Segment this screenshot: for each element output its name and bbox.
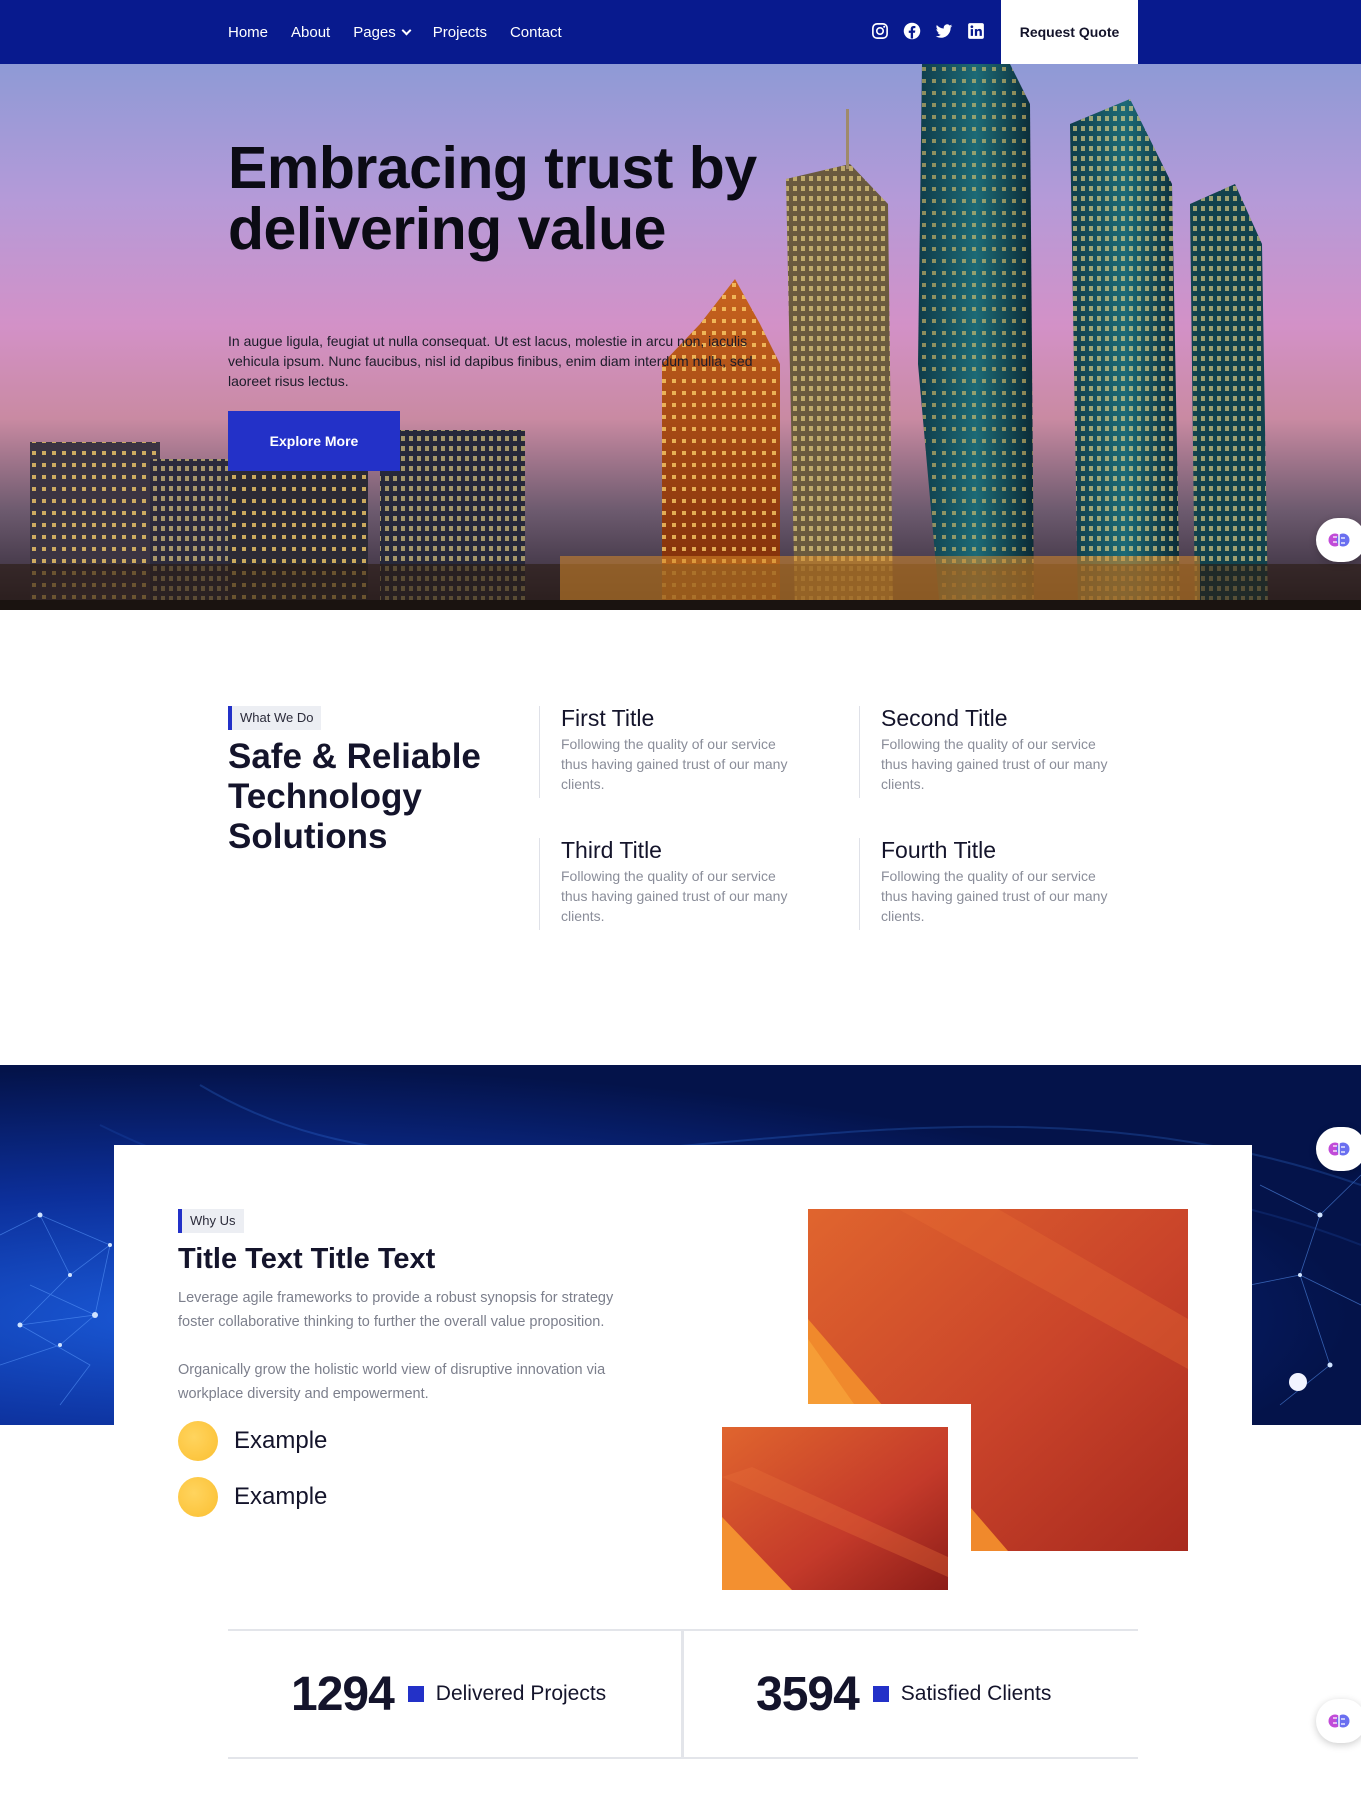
- facebook-icon[interactable]: [903, 22, 921, 40]
- nav-link-contact[interactable]: Contact: [510, 24, 562, 41]
- floating-widget-button[interactable]: [1316, 1699, 1361, 1743]
- nav-link-pages-label: Pages: [353, 23, 396, 41]
- stat-number: 3594: [756, 1667, 860, 1721]
- circle-icon: [178, 1477, 218, 1517]
- feature-text: Following the quality of our service thu…: [561, 868, 788, 924]
- feature-text: Following the quality of our service thu…: [881, 736, 1108, 792]
- feature-title: Third Title: [561, 837, 662, 863]
- nav-link-projects[interactable]: Projects: [433, 24, 487, 41]
- feature-card: Fourth Title Following the quality of ou…: [859, 837, 1129, 930]
- feature-title: Fourth Title: [881, 837, 997, 863]
- explore-more-button[interactable]: Explore More: [228, 411, 400, 471]
- orange-abstract-image: [722, 1427, 948, 1590]
- stats-divider: [681, 1631, 684, 1757]
- square-icon: [407, 1686, 424, 1702]
- feature-card: First Title Following the quality of our…: [539, 705, 809, 798]
- linkedin-icon[interactable]: [967, 22, 985, 40]
- nav-menu: Home About Pages Projects Contact: [228, 0, 562, 64]
- nav-link-about[interactable]: About: [291, 24, 330, 41]
- feature-card: Third Title Following the quality of our…: [539, 837, 809, 930]
- why-us-paragraph: Leverage agile frameworks to provide a r…: [178, 1290, 614, 1330]
- brain-icon: [1328, 532, 1350, 548]
- feature-text: Following the quality of our service thu…: [881, 868, 1108, 924]
- instagram-icon[interactable]: [871, 22, 889, 40]
- hero-title: Embracing trust by delivering value: [228, 135, 757, 262]
- top-navbar: Home About Pages Projects Contact Reques…: [0, 0, 1361, 64]
- stat-label: Delivered Projects: [435, 1682, 607, 1705]
- stat-item: 1294 Delivered Projects: [291, 1631, 606, 1757]
- nav-link-home[interactable]: Home: [228, 24, 268, 41]
- what-we-do-title: Safe & Reliable Technology Solutions: [228, 737, 481, 856]
- example-label: Example: [234, 1483, 328, 1510]
- hero-section: Embracing trust by delivering value In a…: [0, 64, 1361, 610]
- request-quote-button[interactable]: Request Quote: [1001, 0, 1138, 64]
- feature-text: Following the quality of our service thu…: [561, 736, 788, 792]
- brain-icon: [1328, 1141, 1350, 1157]
- example-item: Example: [178, 1477, 327, 1517]
- floating-widget-button[interactable]: [1316, 1127, 1361, 1171]
- stat-number: 1294: [291, 1667, 395, 1721]
- section-tag-what-we-do: What We Do: [228, 706, 322, 730]
- chevron-down-icon: [401, 25, 412, 35]
- twitter-icon[interactable]: [935, 22, 953, 40]
- hero-description: In augue ligula, feugiat ut nulla conseq…: [228, 333, 753, 389]
- social-links: [871, 22, 985, 40]
- floating-widget-button[interactable]: [1316, 518, 1361, 562]
- stats-bar: 1294 Delivered Projects 3594 Satisfied C…: [228, 1629, 1138, 1759]
- section-tag-why-us: Why Us: [178, 1209, 244, 1233]
- brain-icon: [1328, 1713, 1350, 1729]
- example-label: Example: [234, 1427, 328, 1454]
- feature-title: Second Title: [881, 705, 1008, 731]
- why-us-paragraph: Organically grow the holistic world view…: [178, 1362, 606, 1402]
- stat-label: Satisfied Clients: [900, 1682, 1052, 1705]
- feature-title: First Title: [561, 705, 655, 731]
- feature-card: Second Title Following the quality of ou…: [859, 705, 1129, 798]
- circle-icon: [178, 1421, 218, 1461]
- nav-link-pages[interactable]: Pages: [353, 23, 412, 41]
- stat-item: 3594 Satisfied Clients: [756, 1631, 1051, 1757]
- why-us-title: Title Text Title Text: [178, 1243, 436, 1275]
- square-icon: [872, 1686, 889, 1702]
- example-item: Example: [178, 1421, 327, 1461]
